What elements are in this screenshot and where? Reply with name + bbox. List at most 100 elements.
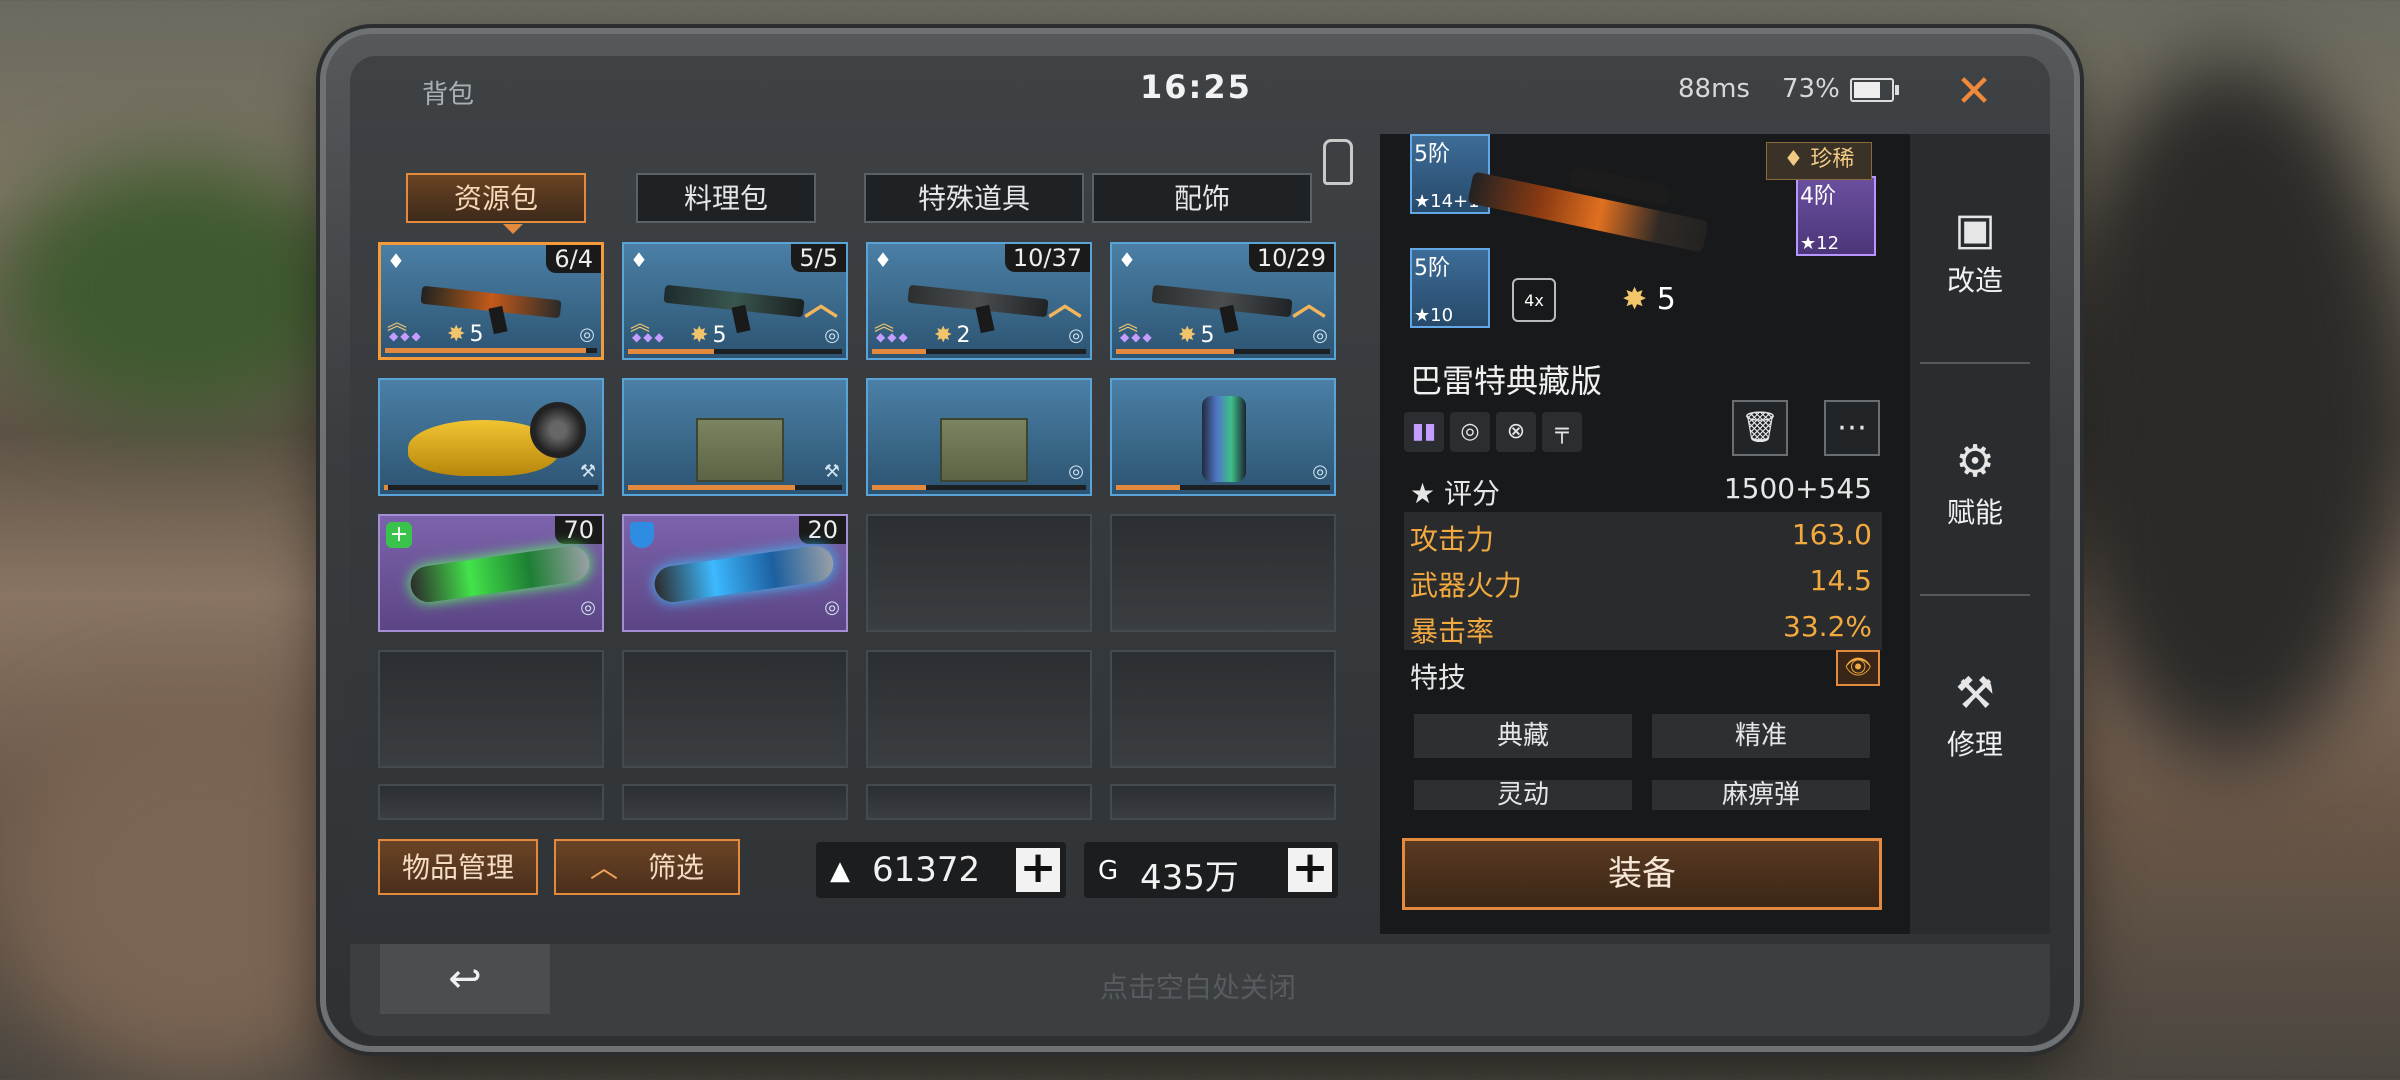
diamond-icon: ♦ bbox=[387, 249, 405, 273]
close-icon[interactable]: ✕ bbox=[1946, 64, 2002, 120]
durability-bar bbox=[628, 485, 842, 490]
tab-cooking[interactable]: 料理包 bbox=[636, 173, 816, 223]
category-icon: ◎ bbox=[580, 597, 596, 618]
trait-tag[interactable]: 典藏 bbox=[1414, 714, 1632, 758]
inventory-slot-weapon[interactable]: ♦ 6/4 ︽ ◆◆◆ 5 ◎ bbox=[378, 242, 604, 360]
tool-icon: ⚒ bbox=[579, 461, 596, 482]
gold-bars-icon: ▲ bbox=[830, 856, 850, 886]
inventory-slot-shield-syringe[interactable]: 20 ◎ bbox=[622, 514, 848, 632]
crate-icon bbox=[696, 418, 784, 482]
diamond-icon: ♦ bbox=[874, 248, 892, 272]
inventory-slot-canister[interactable]: ◎ bbox=[1110, 378, 1336, 496]
inventory-slot-empty[interactable] bbox=[378, 650, 604, 768]
trait-tag[interactable]: 精准 bbox=[1652, 714, 1870, 758]
hammer-icon: ⚒ bbox=[1955, 668, 1995, 719]
category-icon: ◎ bbox=[824, 325, 840, 346]
lock-icon[interactable] bbox=[1323, 139, 1353, 185]
divider bbox=[1920, 594, 2030, 596]
repair-label: 修理 bbox=[1946, 728, 2003, 761]
delete-button[interactable]: 🗑 bbox=[1732, 400, 1788, 456]
attachment-slot[interactable]: 5阶 ★10 bbox=[1410, 248, 1490, 328]
item-count: 20 bbox=[799, 516, 846, 544]
wheel bbox=[530, 402, 586, 458]
battery-readout: 73% bbox=[1782, 74, 1840, 104]
filter-icon: ︿ bbox=[589, 851, 618, 884]
shield-badge-icon bbox=[630, 522, 654, 548]
item-count: 10/29 bbox=[1248, 244, 1334, 272]
inventory-slot-vehicle[interactable]: ⚒ bbox=[378, 378, 604, 496]
inventory-slot-weapon[interactable]: ♦ 10/29 ︿ ︽ ◆◆◆ 5 ◎ bbox=[1110, 242, 1336, 360]
modify-button[interactable]: ▣ 改造 bbox=[1910, 204, 2040, 299]
add-coins-button[interactable]: + bbox=[1288, 846, 1332, 892]
more-button[interactable]: ⋯ bbox=[1824, 400, 1880, 456]
currency-coins: G 435万 + bbox=[1084, 842, 1338, 898]
traits-header: 特技 bbox=[1404, 650, 1882, 696]
trait-tag[interactable]: 灵动 bbox=[1414, 780, 1632, 810]
inventory-slot-empty[interactable] bbox=[378, 784, 604, 820]
mod-dots: ◆◆◆ bbox=[1120, 330, 1154, 344]
inventory-slot-heal-syringe[interactable]: + 70 ◎ bbox=[378, 514, 604, 632]
inventory-slot-empty[interactable] bbox=[622, 650, 848, 768]
inventory-slot-crate[interactable]: ⚒ bbox=[622, 378, 848, 496]
trait-tag[interactable]: 麻痹弹 bbox=[1652, 780, 1870, 810]
tab-accessories[interactable]: 配饰 bbox=[1092, 173, 1312, 223]
stat-value: 33.2% bbox=[1783, 610, 1872, 643]
item-count: 5/5 bbox=[791, 244, 846, 272]
coin-icon: G bbox=[1098, 856, 1119, 886]
repair-button[interactable]: ⚒ 修理 bbox=[1910, 668, 2040, 763]
inventory-slot-empty[interactable] bbox=[866, 784, 1092, 820]
category-icon: ◎ bbox=[1068, 461, 1084, 482]
diamond-icon: ♦ bbox=[1118, 248, 1136, 272]
inventory-slot-weapon[interactable]: ♦ 10/37 ︿ ︽ ◆◆◆ 2 ◎ bbox=[866, 242, 1092, 360]
empower-button[interactable]: ⚙ 赋能 bbox=[1910, 436, 2040, 531]
category-icon: ◎ bbox=[1312, 325, 1328, 346]
filter-button[interactable]: ︿ 筛选 bbox=[554, 839, 740, 895]
inventory-slot-empty[interactable] bbox=[1110, 784, 1336, 820]
inventory-slot-weapon[interactable]: ♦ 5/5 ︿ ︽ ◆◆◆ 5 ◎ bbox=[622, 242, 848, 360]
divider bbox=[1920, 362, 2030, 364]
gear-icon: ⚙ bbox=[1955, 436, 1995, 487]
clock: 16:25 bbox=[1140, 68, 1252, 106]
inventory-slot-empty[interactable] bbox=[866, 514, 1092, 632]
inventory-slot-empty[interactable] bbox=[622, 784, 848, 820]
category-icon: ◎ bbox=[1312, 461, 1328, 482]
syringe-icon bbox=[652, 543, 836, 605]
active-tab-indicator bbox=[503, 224, 523, 234]
inventory-slot-empty[interactable] bbox=[1110, 650, 1336, 768]
durability-bar bbox=[628, 349, 842, 354]
attachment-level: ★12 bbox=[1800, 233, 1840, 254]
scope-slot[interactable]: 4x bbox=[1512, 278, 1556, 322]
add-gold-button[interactable]: + bbox=[1016, 846, 1060, 892]
back-button[interactable]: ↩ bbox=[380, 944, 550, 1014]
inventory-slot-empty[interactable] bbox=[866, 650, 1092, 768]
close-hint[interactable]: 点击空白处关闭 bbox=[1100, 966, 1296, 1006]
category-icon: ◎ bbox=[824, 597, 840, 618]
attachment-tier: 5阶 bbox=[1414, 256, 1450, 281]
stat-row-firepower: 武器火力 14.5 bbox=[1404, 558, 1882, 604]
weapon-level: ✸ 5 bbox=[1622, 282, 1676, 317]
durability-bar bbox=[384, 485, 598, 490]
mod-dots: ◆◆◆ bbox=[389, 329, 423, 343]
background-blob bbox=[2050, 60, 2400, 760]
tab-special-items[interactable]: 特殊道具 bbox=[864, 173, 1084, 223]
item-count: 6/4 bbox=[546, 245, 601, 273]
inventory-slot-empty[interactable] bbox=[1110, 514, 1336, 632]
tab-resources[interactable]: 资源包 bbox=[406, 173, 586, 223]
filter-label: 筛选 bbox=[648, 851, 705, 884]
coin-amount: 435万 bbox=[1140, 858, 1239, 898]
back-arrow-icon: ↩ bbox=[448, 956, 482, 1002]
screen-title: 背包 bbox=[422, 80, 475, 110]
manage-items-button[interactable]: 物品管理 bbox=[378, 839, 538, 895]
durability-bar bbox=[385, 348, 597, 353]
stat-label: 攻击力 bbox=[1410, 523, 1495, 556]
durability-bar bbox=[872, 349, 1086, 354]
syringe-icon bbox=[408, 543, 592, 605]
attachment-slot[interactable]: 4阶 ★12 bbox=[1796, 176, 1876, 256]
equip-button[interactable]: 装备 bbox=[1402, 838, 1882, 910]
score-row: ★ 评分 1500+545 bbox=[1404, 466, 1882, 512]
category-icon: ◎ bbox=[1068, 325, 1084, 346]
eye-icon[interactable]: 👁 bbox=[1836, 650, 1880, 686]
stat-label: 暴击率 bbox=[1410, 615, 1495, 648]
rifle-type-icon: ╤ bbox=[1542, 412, 1582, 452]
inventory-slot-crate[interactable]: ◎ bbox=[866, 378, 1092, 496]
